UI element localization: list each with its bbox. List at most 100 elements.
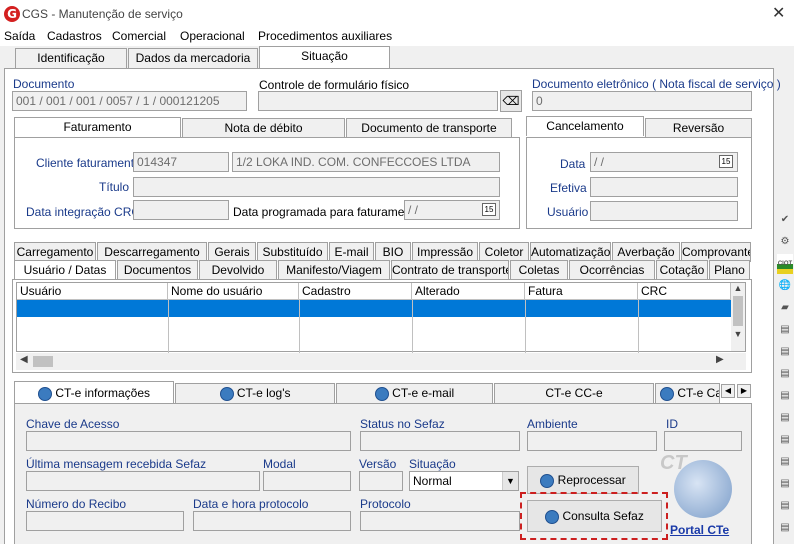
modal-field[interactable] xyxy=(263,471,351,491)
documento-field[interactable]: 001 / 001 / 001 / 0057 / 1 / 000121205 xyxy=(12,91,247,111)
document-icon[interactable]: ▤ xyxy=(777,408,793,428)
tab-situacao[interactable]: Situação xyxy=(259,46,390,69)
tab-averbacao[interactable]: Averbação xyxy=(612,242,680,262)
vertical-scrollbar[interactable]: ▲ ▼ xyxy=(731,283,745,351)
tab-devolvido[interactable]: Devolvido xyxy=(199,260,277,280)
tab-identificacao[interactable]: Identificação xyxy=(15,48,127,68)
tab-cte-informacoes[interactable]: CT-e informações xyxy=(14,381,174,404)
tab-cte-cce[interactable]: CT-e CC-e xyxy=(494,383,654,403)
tab-dados-mercadoria[interactable]: Dados da mercadoria xyxy=(128,48,258,68)
tab-scroll-left-icon[interactable]: ◀ xyxy=(721,384,735,398)
col-alterado[interactable]: Alterado xyxy=(412,283,525,300)
horizontal-scrollbar[interactable]: ◀ ▶ xyxy=(16,353,746,370)
tab-doc-transporte[interactable]: Documento de transporte xyxy=(346,118,512,138)
status-field[interactable] xyxy=(360,431,520,451)
calendar-icon[interactable]: 15 xyxy=(482,203,496,216)
tab-cte-logs[interactable]: CT-e log's xyxy=(175,383,335,403)
document-icon[interactable]: ▤ xyxy=(777,452,793,472)
tab-impressao[interactable]: Impressão xyxy=(412,242,478,262)
gear-icon[interactable]: ⚙ xyxy=(777,232,793,252)
selected-row[interactable] xyxy=(17,300,731,317)
reprocessar-button[interactable]: Reprocessar xyxy=(527,466,639,494)
tab-usuario-datas[interactable]: Usuário / Datas xyxy=(14,260,116,280)
cliente-code-field[interactable]: 014347 xyxy=(133,152,229,172)
tab-coletas[interactable]: Coletas xyxy=(510,260,568,280)
tab-reversao[interactable]: Reversão xyxy=(645,118,752,138)
tab-ocorrencias[interactable]: Ocorrências xyxy=(569,260,655,280)
scroll-down-icon[interactable]: ▼ xyxy=(731,329,745,339)
globe-icon[interactable]: 🌐 xyxy=(777,276,793,296)
tab-carregamento[interactable]: Carregamento xyxy=(14,242,96,262)
document-icon[interactable]: ▤ xyxy=(777,518,793,538)
tab-bio[interactable]: BIO xyxy=(375,242,411,262)
cancel-data-field[interactable]: / / xyxy=(590,152,738,172)
data-integracao-field[interactable] xyxy=(133,200,229,220)
cancel-usuario-field[interactable] xyxy=(590,201,738,221)
menu-operacional[interactable]: Operacional xyxy=(180,29,245,43)
consulta-sefaz-button[interactable]: Consulta Sefaz xyxy=(527,500,662,532)
tab-documentos[interactable]: Documentos xyxy=(117,260,198,280)
document-icon[interactable]: ▤ xyxy=(777,386,793,406)
ambiente-field[interactable] xyxy=(527,431,657,451)
close-button[interactable]: ✕ xyxy=(772,3,785,22)
scroll-thumb[interactable] xyxy=(733,296,743,326)
menu-cadastros[interactable]: Cadastros xyxy=(47,29,102,43)
id-field[interactable] xyxy=(664,431,742,451)
chave-field[interactable] xyxy=(26,431,351,451)
protocolo-field[interactable] xyxy=(360,511,520,531)
col-fatura[interactable]: Fatura xyxy=(525,283,638,300)
col-cadastro[interactable]: Cadastro xyxy=(299,283,412,300)
document-icon[interactable]: ▤ xyxy=(777,342,793,362)
hscroll-thumb[interactable] xyxy=(33,356,53,367)
tab-scroll-right-icon[interactable]: ▶ xyxy=(737,384,751,398)
ultima-msg-field[interactable] xyxy=(26,471,260,491)
situacao-select[interactable]: Normal ▼ xyxy=(409,471,519,491)
versao-label: Versão xyxy=(359,457,397,471)
col-usuario[interactable]: Usuário xyxy=(17,283,168,300)
ciot-icon[interactable]: CIOT xyxy=(777,254,793,274)
tab-manifesto-viagem[interactable]: Manifesto/Viagem xyxy=(278,260,390,280)
tab-cte-email[interactable]: CT-e e-mail xyxy=(336,383,493,403)
titulo-field[interactable] xyxy=(133,177,500,197)
tab-comprovante[interactable]: Comprovante xyxy=(681,242,751,262)
tab-gerais[interactable]: Gerais xyxy=(208,242,256,262)
document-icon[interactable]: ▤ xyxy=(777,364,793,384)
efetiva-field[interactable] xyxy=(590,177,738,197)
tab-plano[interactable]: Plano xyxy=(709,260,750,280)
tab-coletor[interactable]: Coletor xyxy=(479,242,529,262)
tab-descarregamento[interactable]: Descarregamento xyxy=(97,242,207,262)
doc-eletronico-field[interactable]: 0 xyxy=(532,91,752,111)
tab-cotacao[interactable]: Cotação xyxy=(656,260,708,280)
cancel-calendar-icon[interactable]: 15 xyxy=(719,155,733,168)
document-icon[interactable]: ▤ xyxy=(777,430,793,450)
controle-field[interactable] xyxy=(258,91,498,111)
recibo-field[interactable] xyxy=(26,511,184,531)
portal-cte-link[interactable]: Portal CTe xyxy=(670,523,729,537)
chevron-down-icon[interactable]: ▼ xyxy=(502,472,518,490)
tab-automatizacao[interactable]: Automatização xyxy=(530,242,611,262)
col-crc[interactable]: CRC xyxy=(638,283,731,300)
scroll-left-icon[interactable]: ◀ xyxy=(20,354,28,365)
tab-contrato-transporte[interactable]: Contrato de transporte xyxy=(391,260,509,280)
document-icon[interactable]: ▤ xyxy=(777,496,793,516)
tab-nota-debito[interactable]: Nota de débito xyxy=(182,118,345,138)
menu-saida[interactable]: Saída xyxy=(4,29,35,43)
scroll-right-icon[interactable]: ▶ xyxy=(716,354,724,365)
tab-cancelamento[interactable]: Cancelamento xyxy=(526,116,644,136)
check-icon[interactable]: ✔ xyxy=(777,210,793,230)
tab-substituido[interactable]: Substituído xyxy=(257,242,328,262)
menu-procedimentos[interactable]: Procedimentos auxiliares xyxy=(258,29,392,43)
tab-email[interactable]: E-mail xyxy=(329,242,374,262)
col-nome-usuario[interactable]: Nome do usuário xyxy=(168,283,299,300)
eraser-tool-icon[interactable]: ▰ xyxy=(777,298,793,318)
document-icon[interactable]: ▤ xyxy=(777,474,793,494)
tab-faturamento[interactable]: Faturamento xyxy=(14,117,181,137)
menu-comercial[interactable]: Comercial xyxy=(112,29,166,43)
document-icon[interactable]: ▤ xyxy=(777,320,793,340)
versao-field[interactable] xyxy=(359,471,403,491)
tab-cte-ca[interactable]: CT-e Ca xyxy=(655,383,720,403)
cliente-name-field[interactable]: 1/2 LOKA IND. COM. CONFECCOES LTDA xyxy=(232,152,500,172)
datahora-field[interactable] xyxy=(193,511,351,531)
eraser-icon[interactable]: ⌫ xyxy=(500,90,522,112)
scroll-up-icon[interactable]: ▲ xyxy=(731,283,745,293)
